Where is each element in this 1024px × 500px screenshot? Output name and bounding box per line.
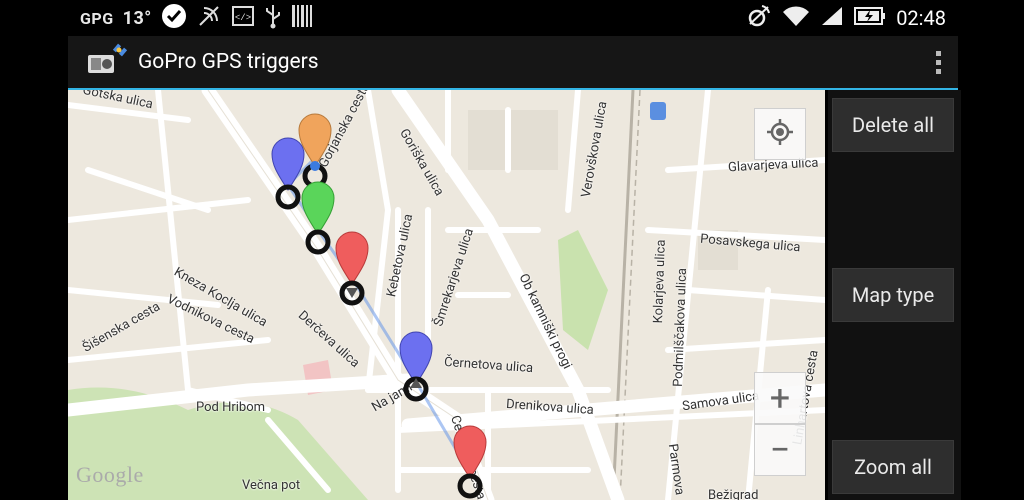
zoom-in-button[interactable]: + [754,372,806,424]
overflow-menu-icon[interactable] [918,36,958,88]
zoom-out-button[interactable]: − [754,424,806,476]
action-bar: GoPro GPS triggers [68,36,958,88]
trigger-marker[interactable] [332,226,372,310]
map-type-button[interactable]: Map type [832,268,954,322]
train-station-icon [650,102,666,120]
delete-all-button[interactable]: Delete all [832,98,954,152]
clock: 02:48 [896,6,946,30]
app-title: GoPro GPS triggers [138,50,319,74]
my-location-button[interactable] [754,108,806,160]
temperature-label: 13° [122,7,152,29]
svg-text:</>: </> [235,13,251,23]
barcode-icon [291,3,313,33]
check-icon [161,3,187,33]
usb-icon [264,3,282,33]
status-bar: GPG 13° </> 02:48 [68,0,958,36]
code-icon: </> [231,4,255,32]
gopro-satellite-icon[interactable] [86,42,128,82]
crosshair-icon [766,118,794,150]
vibrate-icon [746,3,772,33]
carrier-label: GPG [80,8,114,28]
street-label: Kolarjeva ulica [650,239,669,324]
side-panel: Delete all Map type Zoom all [825,90,961,500]
google-watermark: Google [76,462,144,487]
street-label: Pod Hribom [196,400,266,415]
street-label: Večna pot [242,478,301,493]
trigger-marker[interactable] [396,326,436,410]
trigger-marker[interactable] [450,420,490,500]
map-view[interactable]: Gotska ulica Gorjanska cesta Goriška uli… [68,90,825,500]
zoom-all-button[interactable]: Zoom all [832,440,954,494]
nfc-icon [196,3,222,33]
street-label: Bežigrad [708,488,759,500]
battery-charging-icon [854,7,886,29]
wifi-icon [782,4,810,32]
signal-icon [820,5,844,31]
